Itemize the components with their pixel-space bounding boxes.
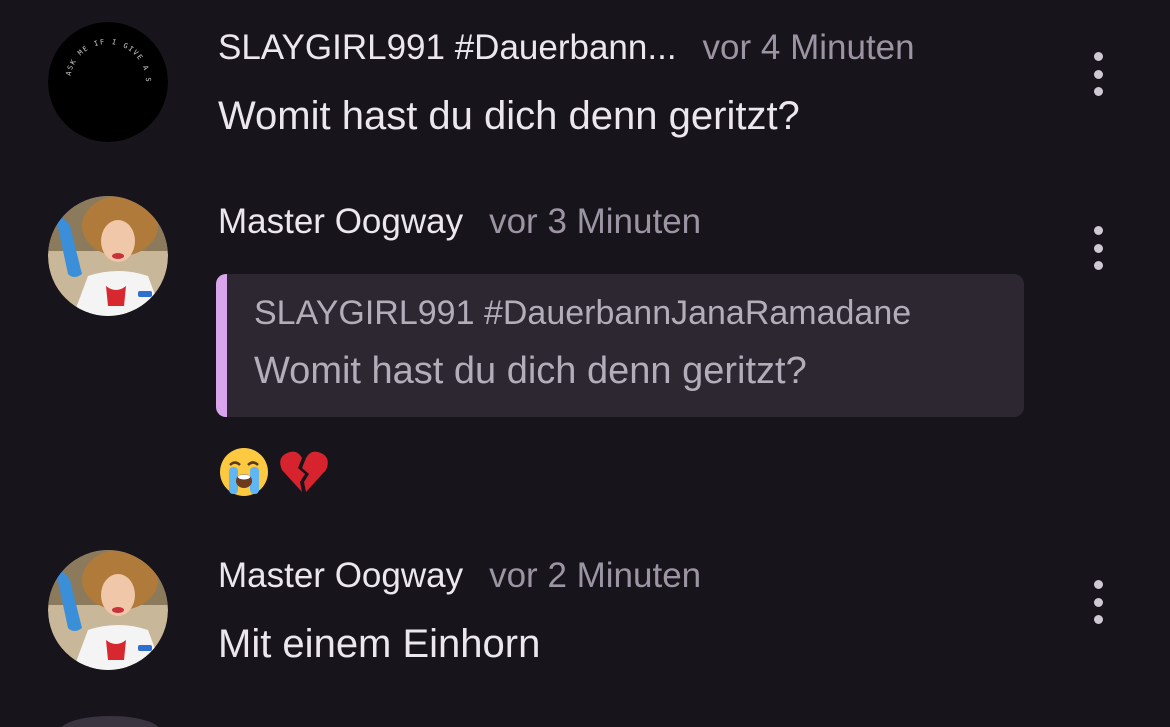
username[interactable]: Master Oogway bbox=[218, 202, 463, 242]
comment-text: Mit einem Einhorn bbox=[218, 622, 541, 666]
comment-emojis bbox=[218, 446, 330, 498]
user-avatar[interactable] bbox=[48, 196, 168, 316]
more-options-icon[interactable] bbox=[1084, 580, 1112, 624]
quote-accent-bar bbox=[216, 274, 227, 417]
broken-heart-icon bbox=[280, 451, 328, 492]
more-options-icon[interactable] bbox=[1084, 226, 1112, 270]
username[interactable]: Master Oogway bbox=[218, 556, 463, 596]
timestamp: vor 3 Minuten bbox=[489, 202, 702, 241]
user-avatar[interactable] bbox=[48, 550, 168, 670]
nurse-photo-avatar-icon bbox=[48, 550, 168, 670]
quoted-username: SLAYGIRL991 #DauerbannJanaRamadane bbox=[254, 294, 912, 332]
more-options-icon[interactable] bbox=[1084, 52, 1112, 96]
comment-header: Master Oogway vor 2 Minuten bbox=[218, 552, 701, 600]
quoted-text: Womit hast du dich denn geritzt? bbox=[254, 350, 807, 392]
comment-text: Womit hast du dich denn geritzt? bbox=[218, 94, 800, 138]
timestamp: vor 4 Minuten bbox=[702, 28, 915, 67]
comment-thread: ASK ME IF I GIVE A SHIT SLAYGIRL991 #Dau… bbox=[0, 0, 1170, 727]
black-circle-text-avatar-icon: ASK ME IF I GIVE A SHIT bbox=[48, 22, 168, 142]
user-avatar[interactable]: ASK ME IF I GIVE A SHIT bbox=[48, 22, 168, 142]
username[interactable]: SLAYGIRL991 #Dauerbann... bbox=[218, 28, 677, 68]
comment-header: SLAYGIRL991 #Dauerbann... vor 4 Minuten bbox=[218, 24, 915, 72]
comment-header: Master Oogway vor 3 Minuten bbox=[218, 198, 701, 246]
quoted-reply[interactable]: SLAYGIRL991 #DauerbannJanaRamadane Womit… bbox=[216, 274, 1024, 417]
nurse-photo-avatar-icon bbox=[48, 196, 168, 316]
loudly-crying-face-icon bbox=[220, 448, 268, 496]
timestamp: vor 2 Minuten bbox=[489, 556, 702, 595]
next-comment-avatar[interactable] bbox=[60, 716, 160, 727]
